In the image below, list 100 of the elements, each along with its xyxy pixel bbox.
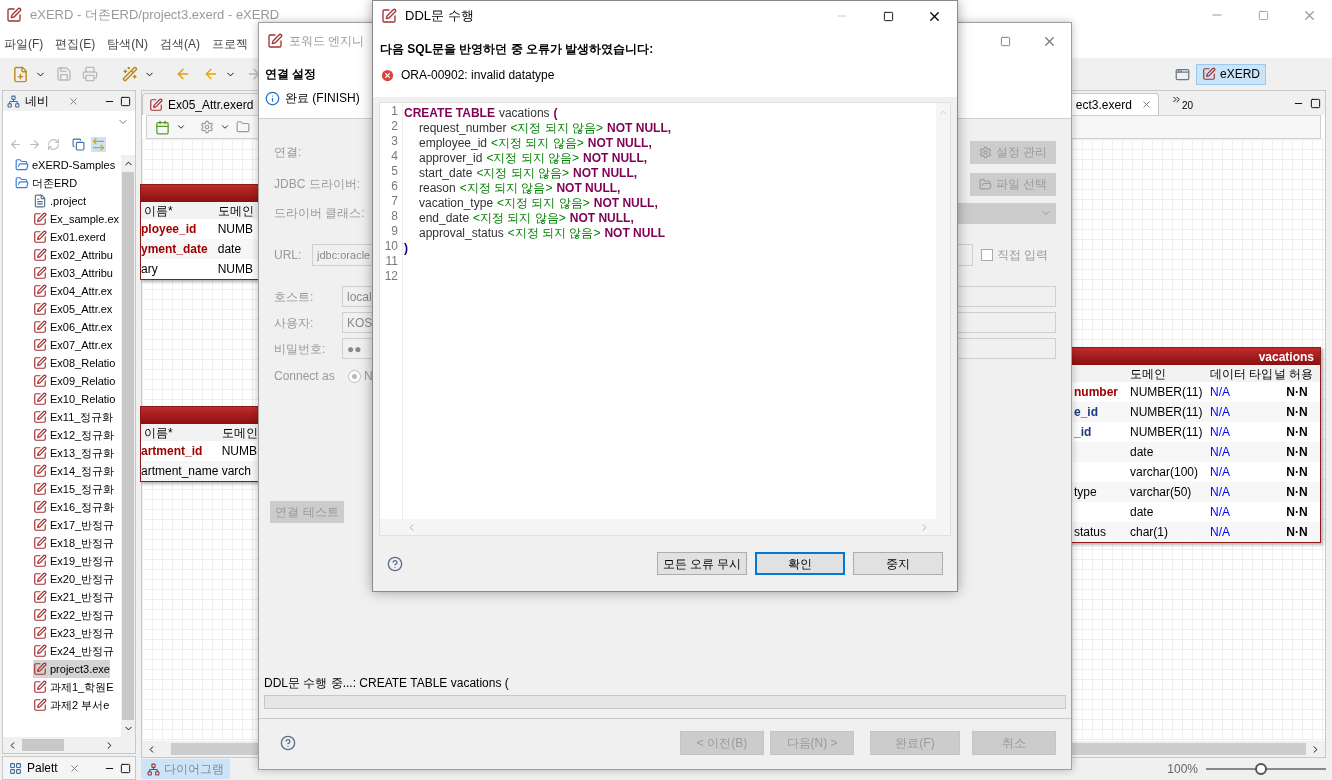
tree-item[interactable]: project3.exe	[33, 660, 110, 678]
tree-item[interactable]: Ex11_정규화	[33, 408, 114, 426]
maximize-icon[interactable]	[120, 95, 131, 107]
table-cell: varch	[221, 464, 251, 478]
refresh-icon[interactable]	[47, 137, 60, 151]
open-perspective-icon[interactable]	[1175, 66, 1190, 82]
forward-icon[interactable]	[28, 137, 41, 151]
folder-icon[interactable]	[236, 120, 250, 134]
zoom-slider[interactable]	[1206, 763, 1326, 775]
checkbox[interactable]	[981, 249, 993, 261]
perspective-button[interactable]: eXERD	[1196, 63, 1266, 85]
diagram-file-icon	[33, 266, 47, 280]
tree-item[interactable]: eXERD-Samples	[15, 156, 116, 174]
tree-item[interactable]: Ex23_반정규	[33, 624, 115, 642]
editor-tab[interactable]: Ex05_Attr.exerd	[142, 93, 261, 115]
error-icon	[380, 67, 395, 83]
layout-icon[interactable]	[155, 119, 170, 135]
slider-thumb[interactable]	[1255, 763, 1268, 775]
window-title: eXERD - 더존ERD/project3.exerd - eXERD	[30, 6, 280, 25]
tree-item[interactable]: Ex16_정규화	[33, 498, 115, 516]
panel-tab[interactable]: 네비	[25, 92, 49, 110]
hidden-tab-count[interactable]: 20	[1181, 98, 1193, 113]
table-cell: NUMB	[221, 444, 257, 458]
tree-item[interactable]: Ex19_반정규	[33, 552, 115, 570]
tree-item[interactable]: Ex05_Attr.ex	[33, 300, 113, 318]
tree-item[interactable]: Ex07_Attr.ex	[33, 336, 113, 354]
tree-item[interactable]: Ex10_Relatio	[33, 390, 116, 408]
maximize-icon[interactable]	[120, 762, 131, 774]
tree-item[interactable]: Ex14_정규화	[33, 462, 115, 480]
tree-item[interactable]: 과제2 부서e	[33, 696, 110, 714]
tree-item[interactable]: Ex12_정규화	[33, 426, 115, 444]
radio-button[interactable]	[348, 369, 361, 383]
tree-item[interactable]: 과제1_학원E	[33, 678, 114, 696]
tree-item[interactable]: Ex09_Relatio	[33, 372, 116, 390]
vertical-scrollbar[interactable]	[121, 155, 135, 737]
panel-tab[interactable]: Palett	[27, 759, 58, 777]
field-label: 연결:	[274, 144, 302, 161]
tree-item[interactable]: Ex_sample.ex	[33, 210, 120, 228]
menu-item[interactable]: 탐색(N)	[107, 35, 148, 53]
dropdown-icon[interactable]	[220, 122, 230, 132]
dropdown-icon[interactable]	[176, 122, 186, 132]
table-cell-text: N·N	[1286, 484, 1308, 501]
maximize-icon	[882, 10, 894, 22]
diagram-file-icon	[33, 626, 47, 640]
diagram-icon	[147, 762, 160, 776]
maximize-icon[interactable]	[1310, 98, 1321, 109]
save-icon[interactable]	[56, 66, 72, 82]
menu-item[interactable]: 프로젝	[212, 35, 248, 53]
back-icon[interactable]	[9, 137, 22, 151]
table-cell: date	[217, 242, 242, 256]
wand-icon[interactable]	[122, 66, 138, 82]
settings-icon[interactable]	[200, 120, 214, 134]
menu-item[interactable]: 파일(F)	[4, 35, 44, 53]
line-number: 11	[385, 254, 398, 269]
tree-item[interactable]: Ex15_정규화	[33, 480, 115, 498]
code-line: request_number <지정 되지 않음> NOT NULL,	[419, 121, 672, 136]
tree-item[interactable]: Ex20_반정규	[33, 570, 115, 588]
help-icon[interactable]	[280, 735, 296, 751]
table-cell-text: N·N	[1286, 424, 1308, 441]
tree-item[interactable]: Ex01.exerd	[33, 228, 106, 246]
code-line: employee_id <지정 되지 않음> NOT NULL,	[419, 136, 652, 151]
dialog-button[interactable]: 중지	[853, 552, 943, 575]
menu-item[interactable]: 검색(A)	[160, 35, 200, 53]
diagram-file-icon	[33, 698, 47, 712]
tree-item[interactable]: Ex17_반정규	[33, 516, 115, 534]
tree-item[interactable]: Ex06_Attr.ex	[33, 318, 113, 336]
back-icon[interactable]	[175, 66, 191, 82]
table-cell: NUMBER(11)	[1130, 405, 1203, 419]
link-editor-icon[interactable]	[91, 136, 106, 152]
tree-item[interactable]: Ex02_Attribu	[33, 246, 113, 264]
tree-item[interactable]: Ex18_반정규	[33, 534, 115, 552]
dialog-button[interactable]: 확인	[755, 552, 845, 575]
more-tabs-icon[interactable]	[1170, 94, 1182, 105]
tree-item[interactable]: 더존ERD	[15, 174, 78, 192]
field-label: 사용자:	[274, 314, 315, 332]
tree-item[interactable]: .project	[33, 192, 87, 210]
print-icon[interactable]	[82, 66, 98, 82]
vertical-scrollbar[interactable]	[936, 103, 950, 519]
close-icon[interactable]	[1140, 99, 1152, 110]
menu-item[interactable]: 편집(E)	[55, 35, 96, 53]
close-icon[interactable]	[68, 762, 80, 774]
tree-item[interactable]: Ex08_Relatio	[33, 354, 116, 372]
tree-item[interactable]: Ex21_반정규	[33, 588, 115, 606]
diagram-file-icon	[33, 446, 47, 460]
collapse-all-icon[interactable]	[72, 137, 85, 151]
diagram-file-icon	[33, 392, 47, 406]
tree-item[interactable]: Ex13_정규화	[33, 444, 115, 462]
new-file-icon[interactable]	[12, 65, 29, 83]
diagram-file-icon	[33, 338, 47, 352]
table-cell: N/A	[1210, 385, 1230, 399]
tree-item[interactable]: Ex22_반정규	[33, 606, 115, 624]
dialog-button[interactable]: 모든 오류 무시	[657, 552, 747, 575]
back-icon[interactable]	[203, 66, 219, 82]
help-icon[interactable]	[387, 555, 403, 572]
close-icon[interactable]	[68, 95, 79, 107]
app-icon	[267, 33, 283, 49]
tree-item[interactable]: Ex24_반정규	[33, 642, 115, 660]
horizontal-scrollbar[interactable]	[3, 737, 135, 753]
tree-item[interactable]: Ex03_Attribu	[33, 264, 113, 282]
tree-item[interactable]: Ex04_Attr.ex	[33, 282, 113, 300]
